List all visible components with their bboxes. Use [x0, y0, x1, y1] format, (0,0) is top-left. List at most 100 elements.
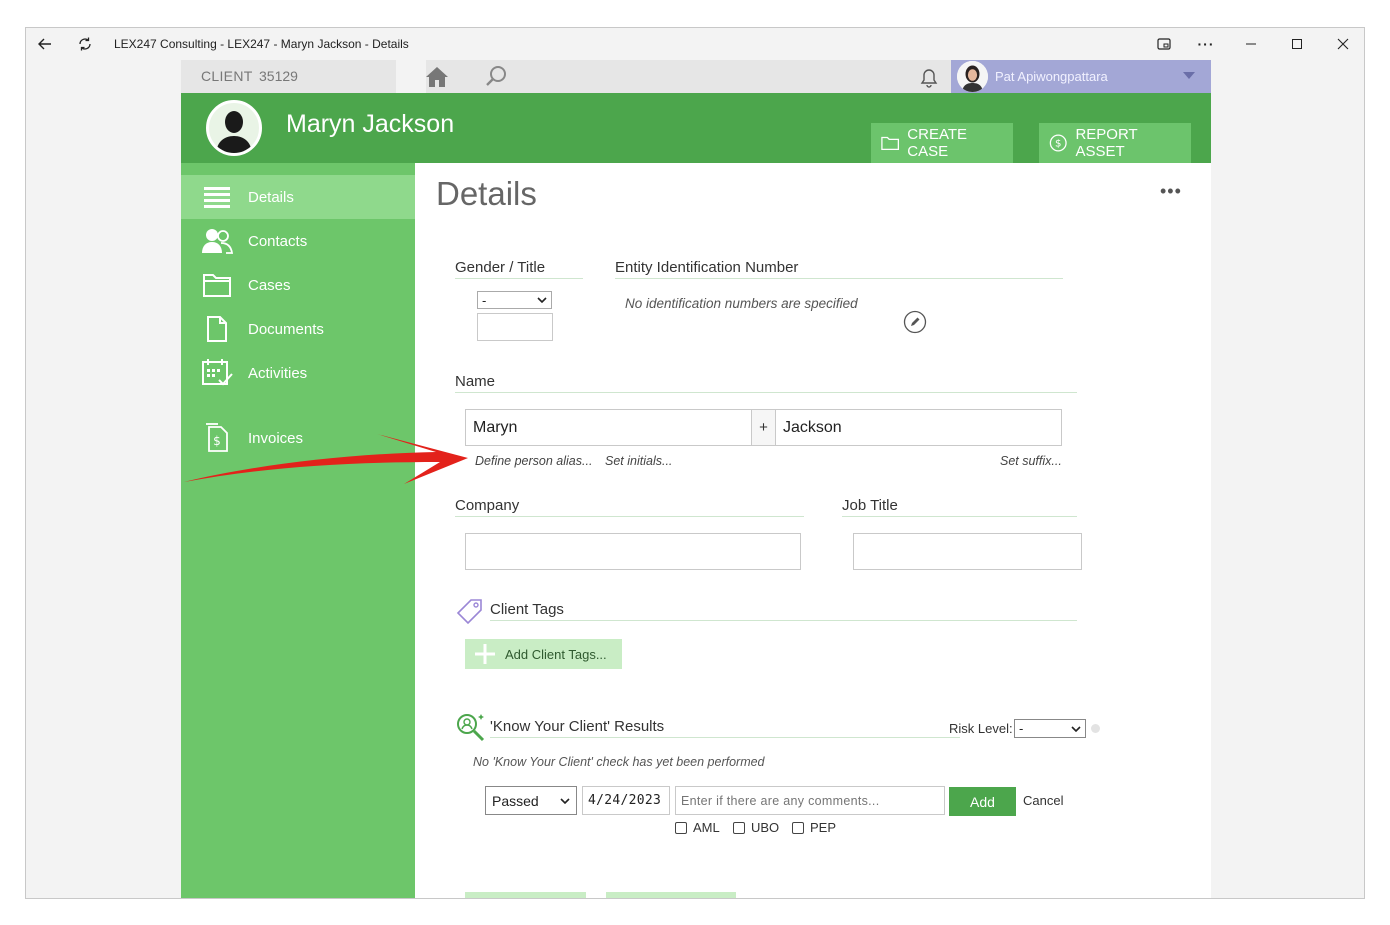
home-icon	[426, 67, 448, 87]
ubo-label: UBO	[751, 820, 780, 835]
user-photo-icon	[957, 61, 988, 92]
chevron-down-icon	[1183, 72, 1195, 79]
list-icon	[199, 182, 235, 212]
name-label: Name	[455, 373, 1077, 393]
sidebar-item-label: Documents	[248, 320, 324, 338]
close-icon	[1337, 38, 1349, 50]
minimize-button[interactable]	[1238, 32, 1264, 56]
ubo-checkbox[interactable]: UBO	[733, 820, 779, 835]
define-alias-link[interactable]: Define person alias...	[475, 454, 592, 468]
search-button[interactable]	[483, 64, 509, 90]
entity-id-label: Entity Identification Number	[615, 259, 1063, 279]
sidebar-item-label: Contacts	[248, 232, 308, 250]
person-silhouette-icon	[216, 111, 252, 153]
page-title: Details	[436, 175, 537, 212]
kyc-status-value: Passed	[492, 792, 539, 809]
job-title-input[interactable]	[853, 533, 1082, 570]
more-options-button[interactable]: •••	[1160, 181, 1182, 202]
bottom-action-button[interactable]	[606, 892, 736, 898]
add-client-tags-button[interactable]: Add Client Tags...	[465, 639, 622, 669]
chevron-down-icon	[1071, 725, 1081, 732]
sidebar-item-cases[interactable]: Cases	[181, 263, 415, 307]
sidebar: Details Contacts Cases Documents Activit…	[181, 163, 415, 898]
checkbox-box	[733, 821, 745, 834]
minimize-icon	[1246, 43, 1256, 45]
top-bar: CLIENT 35129 Pat Apiwongpattara	[181, 60, 1211, 93]
sidebar-item-label: Details	[248, 188, 294, 206]
aml-checkbox[interactable]: AML	[675, 820, 720, 835]
client-avatar	[206, 100, 262, 156]
kyc-status-select[interactable]: Passed	[485, 786, 577, 815]
risk-level-value: -	[1019, 721, 1024, 736]
kyc-label: 'Know Your Client' Results	[490, 718, 960, 738]
risk-level-select[interactable]: -	[1014, 719, 1086, 738]
app-window: LEX247 Consulting - LEX247 - Maryn Jacks…	[25, 27, 1365, 899]
search-icon	[486, 66, 506, 86]
client-header: Maryn Jackson CREATE CASE $ REPORT ASSET	[181, 93, 1211, 163]
add-client-tags-label: Add Client Tags...	[505, 646, 607, 662]
kyc-add-button[interactable]: Add	[949, 787, 1016, 816]
pep-label: PEP	[810, 820, 837, 835]
plus-icon	[475, 644, 495, 664]
maximize-button[interactable]	[1284, 32, 1310, 56]
set-initials-link[interactable]: Set initials...	[605, 454, 672, 468]
svg-text:$: $	[1055, 139, 1061, 150]
contacts-icon	[199, 226, 235, 256]
sidebar-item-activities[interactable]: Activities	[181, 351, 415, 395]
set-suffix-link[interactable]: Set suffix...	[1000, 454, 1062, 468]
user-menu[interactable]: Pat Apiwongpattara	[951, 60, 1211, 93]
checkbox-box	[792, 821, 804, 834]
title-bar: LEX247 Consulting - LEX247 - Maryn Jacks…	[26, 28, 1364, 60]
user-name: Pat Apiwongpattara	[995, 69, 1108, 84]
ellipsis-icon: •••	[1160, 181, 1182, 201]
title-input[interactable]	[477, 313, 553, 341]
sidebar-item-documents[interactable]: Documents	[181, 307, 415, 351]
gender-select[interactable]: -	[477, 291, 552, 309]
cast-icon	[1157, 38, 1171, 50]
svg-text:$: $	[213, 434, 221, 448]
sidebar-item-contacts[interactable]: Contacts	[181, 219, 415, 263]
last-name-input[interactable]: Jackson	[775, 409, 1062, 446]
risk-level-indicator	[1091, 724, 1100, 733]
company-input[interactable]	[465, 533, 801, 570]
back-arrow-icon	[38, 38, 51, 50]
sidebar-item-invoices[interactable]: $ Invoices	[181, 416, 415, 460]
kyc-comment-input[interactable]	[675, 786, 945, 815]
risk-level-label: Risk Level:	[949, 721, 1013, 736]
pep-checkbox[interactable]: PEP	[792, 820, 836, 835]
kyc-empty-note: No 'Know Your Client' check has yet been…	[473, 755, 765, 769]
tag-icon	[456, 599, 482, 625]
refresh-button[interactable]	[72, 32, 98, 56]
bottom-action-button[interactable]	[465, 892, 586, 898]
close-button[interactable]	[1330, 32, 1356, 56]
kyc-cancel-link[interactable]: Cancel	[1023, 793, 1063, 808]
gender-select-value: -	[482, 292, 487, 308]
app-content: CLIENT 35129 Pat Apiwongpattara Maryn Ja…	[181, 60, 1211, 898]
cast-button[interactable]	[1151, 32, 1177, 56]
folder-icon	[199, 270, 235, 300]
edit-entity-id-button[interactable]	[903, 310, 927, 334]
window-menu-button[interactable]: ···	[1193, 32, 1219, 56]
kyc-date-input[interactable]: 4/24/2023	[582, 786, 670, 815]
name-joiner: +	[752, 409, 775, 446]
client-id: 35129	[259, 68, 298, 84]
window-title: LEX247 Consulting - LEX247 - Maryn Jacks…	[114, 37, 409, 51]
report-asset-button[interactable]: $ REPORT ASSET	[1039, 123, 1191, 163]
chevron-down-icon	[537, 297, 547, 303]
checkbox-box	[675, 821, 687, 834]
home-button[interactable]	[423, 64, 451, 90]
first-name-input[interactable]: Maryn	[465, 409, 752, 446]
sidebar-item-details[interactable]: Details	[181, 175, 415, 219]
folder-icon	[881, 136, 900, 151]
create-case-button[interactable]: CREATE CASE	[871, 123, 1013, 163]
gender-title-label: Gender / Title	[455, 259, 583, 279]
pencil-circle-icon	[903, 310, 927, 334]
back-button[interactable]	[32, 32, 58, 56]
notifications-button[interactable]	[916, 64, 942, 90]
refresh-icon	[79, 37, 91, 51]
kyc-search-icon	[457, 714, 485, 742]
topbar-separator	[396, 60, 426, 93]
chevron-down-icon	[560, 797, 570, 804]
aml-label: AML	[693, 820, 720, 835]
client-tags-label: Client Tags	[490, 601, 1077, 621]
